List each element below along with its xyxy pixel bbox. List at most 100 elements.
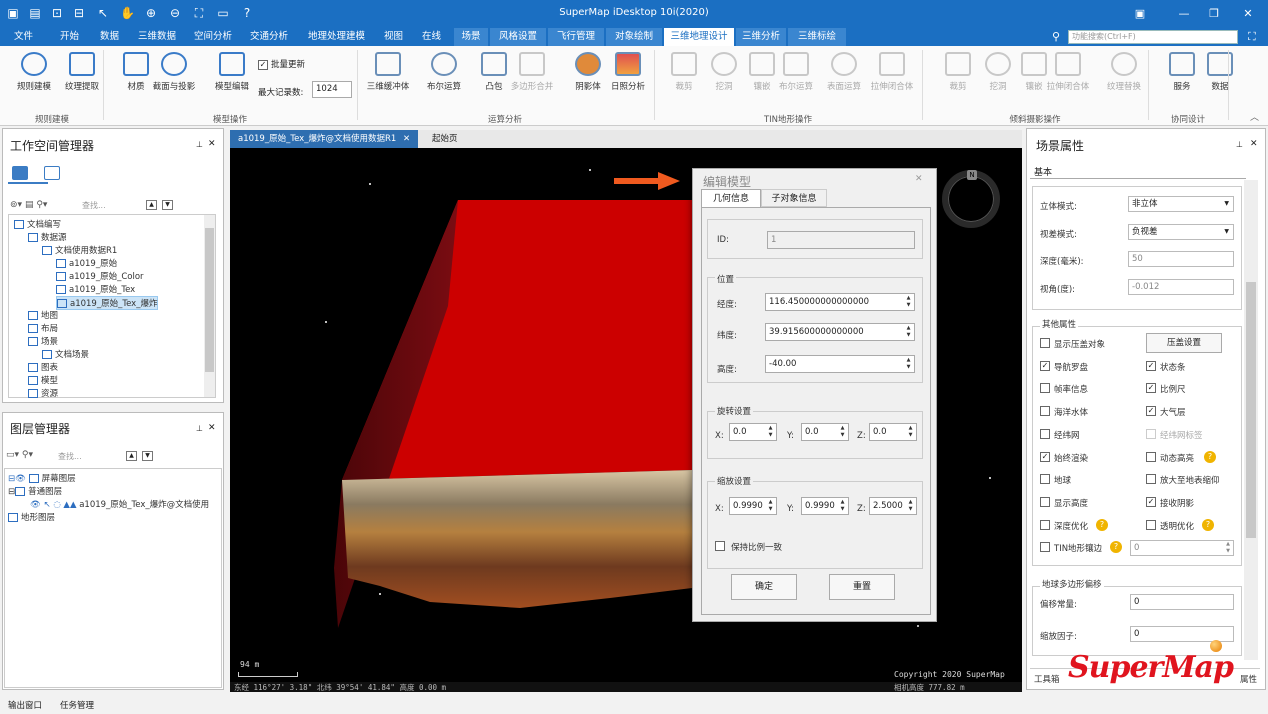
tin-extrude-button[interactable]: 拉伸闭合体 bbox=[868, 52, 916, 92]
rot-y-input[interactable]: 0.0 ▲ ▼ bbox=[801, 423, 849, 441]
props-checkbox[interactable]: ✓ bbox=[1146, 383, 1156, 394]
help-icon[interactable]: ? bbox=[1202, 518, 1214, 531]
layer-model-entry[interactable]: 👁 ↖ ◌ ▲▲ a1019_原始_Tex_爆炸@文档使用 bbox=[30, 498, 209, 510]
menu-object-draw[interactable]: 对象绘制 bbox=[606, 28, 662, 46]
menu-file[interactable]: 文件 bbox=[10, 28, 37, 46]
menu-traffic[interactable]: 交通分析 bbox=[246, 28, 292, 46]
props-checkbox[interactable] bbox=[1040, 474, 1050, 485]
scale-z-input[interactable]: 2.5000 ▲ ▼ bbox=[869, 497, 917, 515]
rot-z-input[interactable]: 0.0 ▲ ▼ bbox=[869, 423, 917, 441]
lat-input[interactable]: 39.915600000000000 ▲ ▼ bbox=[765, 323, 915, 341]
alt-input[interactable]: -40.00 ▲ ▼ bbox=[765, 355, 915, 373]
close-layer-icon[interactable]: ✕ bbox=[208, 423, 216, 433]
surface-op-button[interactable]: 表面运算 bbox=[820, 52, 868, 92]
menu-flight[interactable]: 飞行管理 bbox=[548, 28, 604, 46]
props-checkbox[interactable] bbox=[1040, 383, 1050, 394]
tab-start-page[interactable]: 起始页 bbox=[424, 130, 466, 148]
offset-input[interactable]: 0 bbox=[1130, 594, 1234, 610]
3d-buffer-button[interactable]: 三维缓冲体 bbox=[364, 52, 412, 92]
resource-tab-icon[interactable] bbox=[44, 166, 60, 180]
workspace-tab-icon[interactable] bbox=[12, 166, 28, 180]
ws-tree-item[interactable]: a1019_原始_Tex bbox=[56, 283, 135, 295]
menu-view[interactable]: 视图 bbox=[380, 28, 407, 46]
dialog-close-icon[interactable]: ✕ bbox=[915, 174, 923, 184]
new-icon[interactable]: ▤ bbox=[25, 200, 34, 210]
props-checkbox[interactable]: ✓ bbox=[1146, 406, 1156, 417]
lon-input[interactable]: 116.450000000000000 ▲ ▼ bbox=[765, 293, 915, 311]
ws-tree-item[interactable]: 地图 bbox=[28, 309, 58, 321]
menu-3d-geodesign[interactable]: 三维地理设计 bbox=[664, 28, 734, 46]
layer-search-input[interactable]: 查找... bbox=[58, 451, 82, 462]
props-checkbox[interactable]: ✓ bbox=[1146, 496, 1156, 507]
batch-update-checkbox[interactable]: ✓ 批量更新 bbox=[258, 58, 305, 70]
props-checkbox[interactable] bbox=[1040, 542, 1050, 553]
props-checkbox[interactable] bbox=[1040, 428, 1050, 439]
ws-search-input[interactable]: 查找... bbox=[82, 200, 106, 211]
layer-normal[interactable]: ⊟ 普通图层 bbox=[8, 485, 62, 497]
ribbon-display-icon[interactable]: ▣ bbox=[1132, 6, 1148, 22]
help-icon[interactable]: ? bbox=[1204, 450, 1216, 463]
pin-icon[interactable]: ⊥ bbox=[196, 140, 203, 149]
props-checkbox[interactable] bbox=[1040, 338, 1050, 348]
open-datasource-icon[interactable]: ⊚▾ bbox=[10, 200, 22, 210]
scale-y-input[interactable]: 0.9990 ▲ ▼ bbox=[801, 497, 849, 515]
layer-search-up-button[interactable]: ▲ bbox=[126, 451, 137, 461]
stereo-select[interactable]: 非立体 ▼ bbox=[1128, 196, 1234, 212]
section-projection-button[interactable]: 截面与投影 bbox=[150, 52, 198, 92]
props-checkbox[interactable] bbox=[1040, 496, 1050, 507]
menu-online[interactable]: 在线 bbox=[418, 28, 445, 46]
restore-button[interactable]: ❐ bbox=[1206, 6, 1222, 22]
texture-extract-button[interactable]: 纹理提取 bbox=[58, 52, 106, 92]
minimize-button[interactable]: — bbox=[1176, 6, 1192, 22]
search-up-button[interactable]: ▲ bbox=[146, 200, 157, 210]
collapse-ribbon-icon[interactable]: ︿ bbox=[1250, 110, 1259, 123]
max-records-input[interactable]: 1024 bbox=[312, 81, 352, 98]
layer-style-icon[interactable]: ▭▾ bbox=[6, 450, 19, 460]
close-workspace-icon[interactable]: ✕ bbox=[208, 139, 216, 149]
props-checkbox[interactable] bbox=[1040, 519, 1050, 530]
props-checkbox[interactable] bbox=[1146, 428, 1156, 439]
ws-tree-item[interactable]: a1019_原始_Tex_爆炸 bbox=[56, 296, 159, 310]
ok-button[interactable]: 确定 bbox=[731, 574, 797, 600]
menu-scene[interactable]: 场景 bbox=[454, 28, 488, 46]
close-button[interactable]: ✕ bbox=[1240, 6, 1256, 22]
fullscreen-icon[interactable]: ⛶ bbox=[1248, 30, 1256, 44]
rot-x-input[interactable]: 0.0 ▲ ▼ bbox=[729, 423, 777, 441]
output-window-tab[interactable]: 输出窗口 bbox=[8, 699, 42, 711]
help-icon[interactable]: ? bbox=[1096, 518, 1108, 531]
angle-input[interactable]: -0.012 bbox=[1128, 279, 1234, 295]
layer-terrain[interactable]: 地形图层 bbox=[8, 511, 55, 523]
props-checkbox[interactable] bbox=[1146, 474, 1156, 485]
menu-spatial-analysis[interactable]: 空间分析 bbox=[190, 28, 236, 46]
props-tab-basic[interactable]: 基本 bbox=[1034, 165, 1052, 178]
ws-tree-item[interactable]: 文档场景 bbox=[42, 348, 89, 360]
props-checkbox[interactable] bbox=[1146, 519, 1156, 530]
menu-3d-plot[interactable]: 三维标绘 bbox=[788, 28, 846, 46]
pin-icon[interactable]: ⊥ bbox=[1236, 140, 1243, 149]
data-button[interactable]: 数据 bbox=[1196, 52, 1244, 92]
ws-tree-item[interactable]: 文档使用数据R1 bbox=[42, 244, 117, 256]
ws-tree-item[interactable]: 布局 bbox=[28, 322, 58, 334]
task-manager-tab[interactable]: 任务管理 bbox=[60, 699, 94, 711]
ws-tree-item[interactable]: 数据源 bbox=[28, 231, 67, 243]
parallax-select[interactable]: 负视差 ▼ bbox=[1128, 224, 1234, 240]
props-checkbox[interactable]: ✓ bbox=[1040, 360, 1050, 371]
search-input[interactable]: 功能搜索(Ctrl+F) bbox=[1068, 30, 1238, 44]
tab-properties[interactable]: 属性 bbox=[1240, 673, 1257, 685]
props-checkbox[interactable] bbox=[1040, 406, 1050, 417]
tab-geometry[interactable]: 几何信息 bbox=[701, 189, 761, 207]
ws-tree-item[interactable]: 文档编写 bbox=[14, 218, 61, 230]
tin-boolean-button[interactable]: 布尔运算 bbox=[772, 52, 820, 92]
props-scroll-thumb[interactable] bbox=[1246, 282, 1256, 538]
ws-scroll-thumb[interactable] bbox=[205, 228, 214, 372]
menu-geoprocessing[interactable]: 地理处理建模 bbox=[304, 28, 369, 46]
menu-start[interactable]: 开始 bbox=[56, 28, 83, 46]
ws-tree-item[interactable]: a1019_原始 bbox=[56, 257, 117, 269]
texture-replace-button[interactable]: 纹理替换 bbox=[1100, 52, 1148, 92]
keep-ratio-checkbox[interactable] bbox=[715, 541, 725, 551]
tab-subobject[interactable]: 子对象信息 bbox=[761, 189, 827, 207]
polygon-merge-button[interactable]: 多边形合并 bbox=[508, 52, 556, 92]
tab-toolbox[interactable]: 工具箱 bbox=[1034, 673, 1060, 685]
ws-tree-item[interactable]: 图表 bbox=[28, 361, 58, 373]
search-down-button[interactable]: ▼ bbox=[162, 200, 173, 210]
